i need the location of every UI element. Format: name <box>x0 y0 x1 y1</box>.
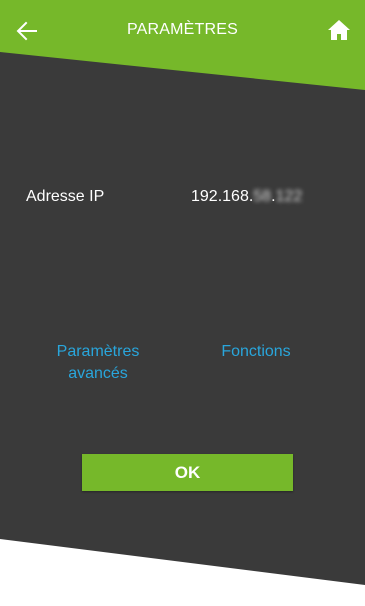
settings-screen: PARAMÈTRES Adresse IP 192.168.58.122 Par… <box>0 0 365 606</box>
ip-address-label: Adresse IP <box>26 188 105 205</box>
ip-address-masked-octet-4: 122 <box>275 188 303 205</box>
settings-panel <box>0 50 365 585</box>
ok-button[interactable]: OK <box>82 454 293 491</box>
home-button[interactable] <box>327 18 351 42</box>
advanced-settings-link[interactable]: Paramètres avancés <box>38 341 158 385</box>
ip-address-masked-octet-3: 58 <box>253 188 272 205</box>
ip-address-value: 192.168.58.122 <box>191 188 302 206</box>
page-title: PARAMÈTRES <box>126 21 239 38</box>
functions-link[interactable]: Fonctions <box>196 341 316 363</box>
home-icon <box>328 20 350 40</box>
ip-address-prefix: 192.168. <box>191 188 254 205</box>
